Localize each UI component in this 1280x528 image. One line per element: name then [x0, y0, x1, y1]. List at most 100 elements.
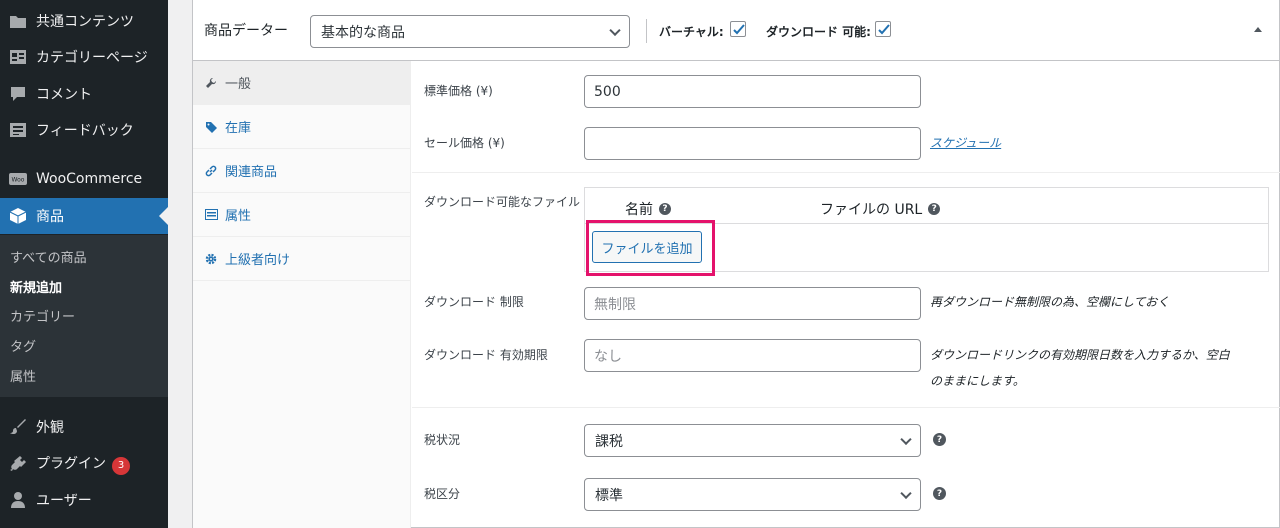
- update-count-badge: 3: [112, 456, 130, 475]
- regular-price-label: 標準価格 (¥): [424, 84, 493, 98]
- downloadable-label: ダウンロード 可能:: [766, 25, 871, 39]
- tax-class-label: 税区分: [424, 487, 461, 501]
- sale-price-input[interactable]: [584, 127, 921, 160]
- downloadable-files-label: ダウンロード可能なファイル: [424, 195, 581, 209]
- menu-item-comments[interactable]: コメント: [0, 76, 168, 112]
- panel-title: 商品データー: [204, 23, 288, 39]
- panel-header: 商品データー 基本的な商品 バーチャル: ダウンロード 可能:: [193, 0, 1280, 61]
- files-table-header: 名前 ? ファイルの URL ?: [585, 188, 1268, 224]
- chevron-down-icon: [609, 24, 621, 36]
- menu-item-label: 外観: [36, 420, 64, 436]
- downloadable-checkbox[interactable]: [875, 21, 891, 37]
- wrench-icon: [205, 77, 225, 89]
- tax-status-select[interactable]: 課税: [584, 424, 921, 457]
- help-icon[interactable]: ?: [933, 487, 946, 500]
- menu-item-feedback[interactable]: フィードバック: [0, 112, 168, 148]
- download-limit-description: 再ダウンロード無制限の為、空欄にしておく: [930, 295, 1170, 309]
- tag-icon: [205, 121, 225, 133]
- menu-item-plugins[interactable]: プラグイン 3: [0, 446, 168, 482]
- chevron-down-icon: [900, 487, 912, 499]
- schedule-link[interactable]: スケジュール: [930, 134, 1001, 151]
- download-limit-label: ダウンロード 制限: [424, 295, 524, 309]
- menu-item-label: ユーザー: [36, 493, 92, 509]
- menu-item-appearance[interactable]: 外観: [0, 409, 168, 445]
- regular-price-value: 500: [594, 83, 621, 100]
- virtual-checkbox[interactable]: [730, 21, 746, 37]
- menu-item-woocommerce[interactable]: Woo WooCommerce: [0, 161, 168, 197]
- tab-label: 関連商品: [225, 165, 278, 180]
- tax-class-value: 標準: [595, 487, 623, 504]
- tab-label: 一般: [225, 77, 252, 92]
- header-divider: [646, 19, 647, 43]
- tab-general[interactable]: 一般: [193, 61, 411, 105]
- tab-label: 属性: [225, 209, 252, 224]
- sale-price-label: セール価格 (¥): [424, 136, 505, 150]
- section-divider: [412, 407, 1280, 408]
- comment-icon: [0, 86, 36, 102]
- layout-icon: [0, 49, 36, 65]
- collapse-toggle-icon[interactable]: [1251, 22, 1265, 36]
- feedback-icon: [0, 122, 36, 138]
- regular-price-input[interactable]: 500: [584, 75, 921, 108]
- menu-item-label: 共通コンテンツ: [36, 14, 134, 30]
- woo-icon: Woo: [0, 171, 36, 187]
- tab-label: 在庫: [225, 121, 252, 136]
- download-expiry-input[interactable]: なし: [584, 339, 921, 372]
- download-limit-input[interactable]: 無制限: [584, 287, 921, 320]
- tab-advanced[interactable]: 上級者向け: [193, 237, 411, 281]
- virtual-label: バーチャル:: [659, 25, 724, 39]
- product-type-select[interactable]: 基本的な商品: [310, 15, 630, 48]
- checkmark-icon: [733, 24, 745, 35]
- download-expiry-description-line1: ダウンロードリンクの有効期限日数を入力するか、空白: [930, 348, 1230, 362]
- submenu-add-new[interactable]: 新規追加: [10, 277, 62, 296]
- checkmark-icon: [878, 24, 890, 35]
- gear-icon: [205, 253, 225, 265]
- section-divider: [412, 172, 1280, 173]
- menu-item-label: コメント: [36, 87, 92, 103]
- link-icon: [205, 165, 225, 177]
- folder-icon: [0, 13, 36, 29]
- tab-inventory[interactable]: 在庫: [193, 105, 411, 149]
- column-header-file-url: ファイルの URL ?: [820, 199, 941, 219]
- menu-item-label: プラグイン 3: [36, 453, 168, 475]
- tax-status-value: 課税: [595, 433, 623, 450]
- tab-label: 上級者向け: [225, 253, 291, 268]
- menu-item-label: カテゴリーページ: [36, 50, 148, 66]
- menu-item-label: 商品: [36, 209, 64, 225]
- download-expiry-label: ダウンロード 有効期限: [424, 348, 548, 362]
- products-submenu: すべての商品 新規追加 カテゴリー タグ 属性: [0, 235, 168, 397]
- menu-item-label: WooCommerce: [36, 171, 143, 187]
- menu-item-users[interactable]: ユーザー: [0, 482, 168, 518]
- download-expiry-placeholder: なし: [594, 348, 622, 365]
- download-limit-placeholder: 無制限: [594, 296, 636, 313]
- tax-class-select[interactable]: 標準: [584, 478, 921, 511]
- admin-sidebar: 共通コンテンツ カテゴリーページ コメント フィードバック Woo WooCom…: [0, 0, 168, 528]
- list-icon: [205, 209, 225, 220]
- product-data-panel: 商品データー 基本的な商品 バーチャル: ダウンロード 可能: 一般 在庫 関連…: [192, 0, 1280, 528]
- download-expiry-description-line2: のままにします。: [930, 374, 1025, 388]
- submenu-tags[interactable]: タグ: [10, 336, 36, 355]
- menu-item-label: フィードバック: [36, 123, 134, 139]
- column-header-name: 名前 ?: [625, 199, 671, 219]
- product-type-value: 基本的な商品: [321, 24, 405, 41]
- menu-item-category-page[interactable]: カテゴリーページ: [0, 39, 168, 75]
- submenu-categories[interactable]: カテゴリー: [10, 306, 75, 325]
- submenu-attributes[interactable]: 属性: [10, 366, 36, 385]
- submenu-all-products[interactable]: すべての商品: [10, 247, 87, 266]
- tax-status-label: 税状況: [424, 433, 461, 447]
- menu-item-common-content[interactable]: 共通コンテンツ: [0, 3, 168, 39]
- column-header-url-text: ファイルの URL: [820, 202, 923, 218]
- tab-attributes[interactable]: 属性: [193, 193, 411, 237]
- menu-item-products[interactable]: 商品: [0, 198, 168, 234]
- help-icon[interactable]: ?: [933, 433, 946, 446]
- plugin-icon: [0, 455, 36, 473]
- svg-text:Woo: Woo: [12, 177, 25, 184]
- box-icon: [0, 207, 36, 225]
- add-file-button[interactable]: ファイルを追加: [592, 231, 702, 263]
- chevron-down-icon: [900, 433, 912, 445]
- help-icon[interactable]: ?: [928, 203, 941, 215]
- help-icon[interactable]: ?: [659, 203, 671, 215]
- product-data-tabs: 一般 在庫 関連商品 属性 上級者向け: [193, 61, 411, 528]
- tab-linked-products[interactable]: 関連商品: [193, 149, 411, 193]
- user-icon: [0, 491, 36, 509]
